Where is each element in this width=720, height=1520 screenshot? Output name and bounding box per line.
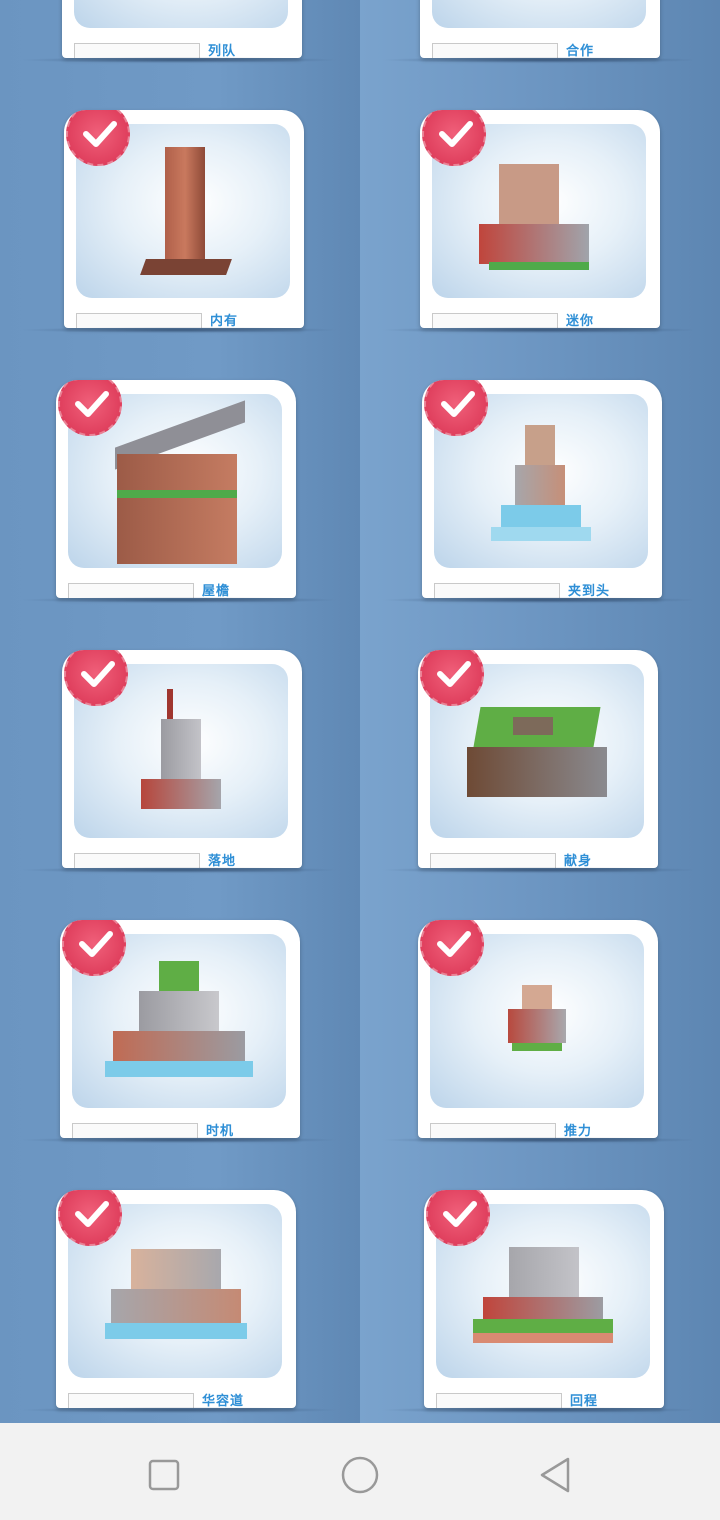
level-card[interactable]: 时机 <box>60 920 300 1138</box>
shelf-shadow <box>380 327 700 333</box>
checkmark-icon <box>75 1201 109 1227</box>
shelf-shadow <box>380 867 700 873</box>
level-card[interactable]: 推力 <box>418 920 658 1138</box>
checkmark-icon <box>443 1201 477 1227</box>
level-card[interactable]: 屋檐 <box>56 380 296 598</box>
level-card[interactable]: 回程 <box>424 1190 664 1408</box>
system-navigation-bar <box>0 1423 720 1520</box>
level-name-box <box>74 853 200 868</box>
checkmark-icon <box>439 121 473 147</box>
level-title: 献身 <box>564 854 593 868</box>
shelf-shadow <box>380 1407 700 1413</box>
checkmark-icon <box>437 931 471 957</box>
checkmark-icon <box>75 391 109 417</box>
checkmark-icon <box>81 661 115 687</box>
shelf-shadow <box>20 327 340 333</box>
level-name-box <box>74 43 200 58</box>
checkmark-icon <box>79 931 113 957</box>
square-icon <box>148 1459 180 1491</box>
home-button[interactable] <box>340 1455 380 1495</box>
level-title: 推力 <box>564 1124 593 1138</box>
level-title: 华容道 <box>202 1394 245 1408</box>
level-card[interactable]: 华容道 <box>56 1190 296 1408</box>
level-title: 迷你 <box>566 314 595 328</box>
shelf-shadow <box>380 597 700 603</box>
checkmark-icon <box>441 391 475 417</box>
level-card[interactable]: 列队 <box>62 0 302 58</box>
level-name-box <box>72 1123 198 1138</box>
shelf-shadow <box>20 1407 340 1413</box>
checkmark-icon <box>83 121 117 147</box>
level-title: 屋檐 <box>202 584 231 598</box>
level-title: 落地 <box>208 854 237 868</box>
level-name-box <box>68 583 194 598</box>
level-name-box <box>432 43 558 58</box>
level-card[interactable]: 迷你 <box>420 110 660 328</box>
level-card[interactable]: 内有 <box>64 110 304 328</box>
recent-apps-button[interactable] <box>144 1455 184 1495</box>
level-thumbnail <box>74 0 288 28</box>
shelf-shadow <box>20 867 340 873</box>
level-card[interactable]: 夹到头 <box>422 380 662 598</box>
level-card[interactable]: 献身 <box>418 650 658 868</box>
level-card[interactable]: 合作 <box>420 0 660 58</box>
shelf-shadow <box>20 597 340 603</box>
shelf-shadow <box>20 57 340 63</box>
level-name-box <box>76 313 202 328</box>
level-name-box <box>434 583 560 598</box>
circle-icon <box>341 1456 379 1494</box>
triangle-back-icon <box>540 1457 570 1493</box>
shelf-shadow <box>380 1137 700 1143</box>
shelf-shadow <box>380 57 700 63</box>
level-card[interactable]: 落地 <box>62 650 302 868</box>
level-title: 列队 <box>208 44 237 58</box>
level-name-box <box>430 1123 556 1138</box>
level-title: 内有 <box>210 314 239 328</box>
level-name-box <box>68 1393 194 1408</box>
level-name-box <box>436 1393 562 1408</box>
level-name-box <box>430 853 556 868</box>
back-button[interactable] <box>536 1455 576 1495</box>
level-title: 回程 <box>570 1394 599 1408</box>
level-name-box <box>432 313 558 328</box>
level-thumbnail <box>432 0 646 28</box>
checkmark-icon <box>437 661 471 687</box>
level-title: 时机 <box>206 1124 235 1138</box>
shelf-shadow <box>20 1137 340 1143</box>
level-title: 夹到头 <box>568 584 611 598</box>
level-title: 合作 <box>566 44 595 58</box>
